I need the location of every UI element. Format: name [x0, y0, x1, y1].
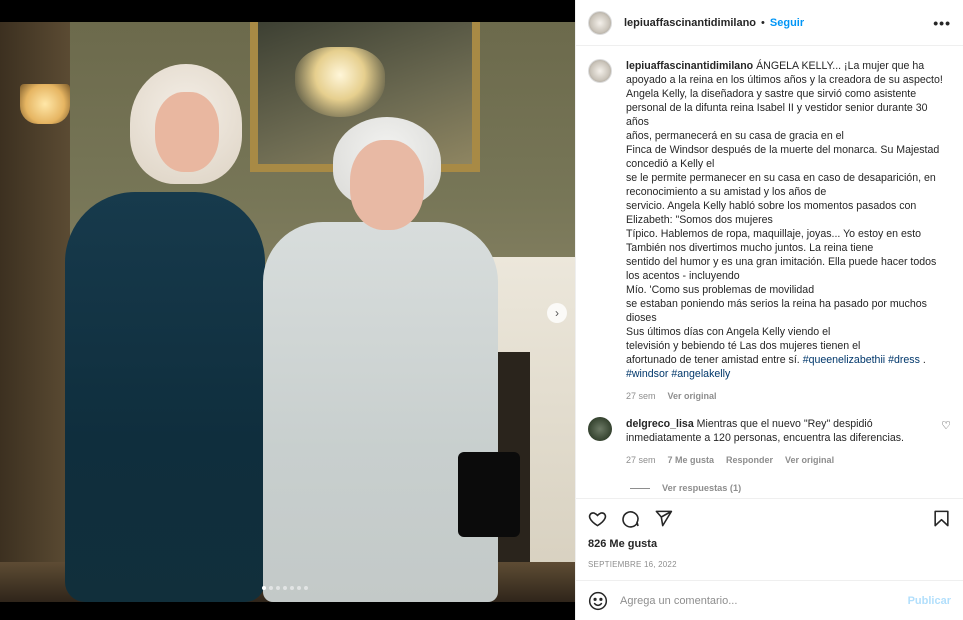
header-separator: • — [761, 16, 765, 29]
view-replies-button[interactable]: Ver respuestas (1) — [630, 483, 951, 493]
caption-meta: 27 sem Ver original — [626, 389, 944, 403]
post-header: lepiuaffascinantidimilano • Seguir ••• — [576, 0, 963, 46]
heart-icon[interactable] — [588, 509, 607, 528]
commenter-avatar[interactable] — [588, 417, 612, 441]
caption-text: ÁNGELA KELLY... ¡La mujer que ha apoyado… — [626, 60, 943, 366]
caption-username[interactable]: lepiuaffascinantidimilano — [626, 60, 753, 72]
action-bar — [576, 498, 963, 538]
post-viewer: › lepiuaffascinantidimilano • Seguir •••… — [0, 0, 963, 620]
post-photo — [0, 22, 575, 602]
comment-input[interactable] — [620, 594, 908, 607]
post-sidebar: lepiuaffascinantidimilano • Seguir ••• l… — [575, 0, 963, 620]
carousel-dots — [262, 586, 308, 590]
carousel-dot — [297, 586, 301, 590]
caption-punctuation: . — [922, 354, 926, 366]
photo-chandelier — [295, 47, 385, 117]
caption-block: lepiuaffascinantidimilano ÁNGELA KELLY..… — [626, 59, 944, 403]
comment-reply-button[interactable]: Responder — [726, 453, 773, 467]
carousel-next-button[interactable]: › — [547, 303, 567, 323]
photo-woman-right-suit — [263, 222, 498, 602]
author-avatar[interactable] — [588, 10, 612, 35]
comment-icon[interactable] — [621, 509, 640, 528]
comment-translate-button[interactable]: Ver original — [785, 453, 834, 467]
comment-row: delgreco_lisa Mientras que el nuevo "Rey… — [588, 417, 951, 467]
comment-like-heart-icon[interactable]: ♡ — [941, 419, 951, 432]
hashtag-link[interactable]: #windsor — [626, 368, 668, 380]
bookmark-icon[interactable] — [932, 509, 951, 528]
photo-woman-left-face — [155, 92, 219, 172]
carousel-dot — [276, 586, 280, 590]
post-date[interactable]: SEPTIEMBRE 16, 2022 — [576, 556, 963, 580]
caption-row: lepiuaffascinantidimilano ÁNGELA KELLY..… — [588, 59, 951, 403]
hashtag-link[interactable]: #angelakelly — [671, 368, 730, 380]
carousel-dot — [262, 586, 266, 590]
photo-woman-left-dress — [65, 192, 265, 602]
photo-woman-right-face — [350, 140, 424, 230]
publish-button[interactable]: Publicar — [908, 595, 951, 607]
photo-handbag — [458, 452, 520, 537]
chevron-right-icon: › — [555, 306, 559, 320]
comments-section[interactable]: lepiuaffascinantidimilano ÁNGELA KELLY..… — [576, 46, 963, 498]
hashtag-link[interactable]: #queenelizabethii — [803, 354, 885, 366]
post-media[interactable]: › — [0, 0, 575, 620]
comment-meta: 27 sem 7 Me gusta Responder Ver original — [626, 453, 916, 467]
follow-button[interactable]: Seguir — [770, 17, 804, 29]
carousel-dot — [269, 586, 273, 590]
view-replies-label: Ver respuestas (1) — [662, 483, 742, 493]
carousel-dot — [290, 586, 294, 590]
carousel-dot — [283, 586, 287, 590]
comment-time[interactable]: 27 sem — [626, 453, 656, 467]
caption-translate-button[interactable]: Ver original — [668, 389, 717, 403]
caption-avatar[interactable] — [588, 59, 612, 83]
photo-lamp — [20, 84, 70, 124]
caption-time[interactable]: 27 sem — [626, 389, 656, 403]
likes-count[interactable]: 826 Me gusta — [576, 538, 963, 556]
comment-likes[interactable]: 7 Me gusta — [668, 453, 715, 467]
comment-username[interactable]: delgreco_lisa — [626, 418, 694, 430]
comment-block: delgreco_lisa Mientras que el nuevo "Rey… — [626, 417, 916, 467]
more-horizontal-icon[interactable]: ••• — [933, 15, 951, 31]
author-username[interactable]: lepiuaffascinantidimilano — [624, 17, 756, 29]
hashtag-link[interactable]: #dress — [888, 354, 920, 366]
replies-divider — [630, 487, 650, 489]
carousel-dot — [304, 586, 308, 590]
comment-composer: Publicar — [576, 580, 963, 620]
emoji-icon[interactable] — [588, 591, 608, 611]
share-icon[interactable] — [654, 509, 673, 528]
